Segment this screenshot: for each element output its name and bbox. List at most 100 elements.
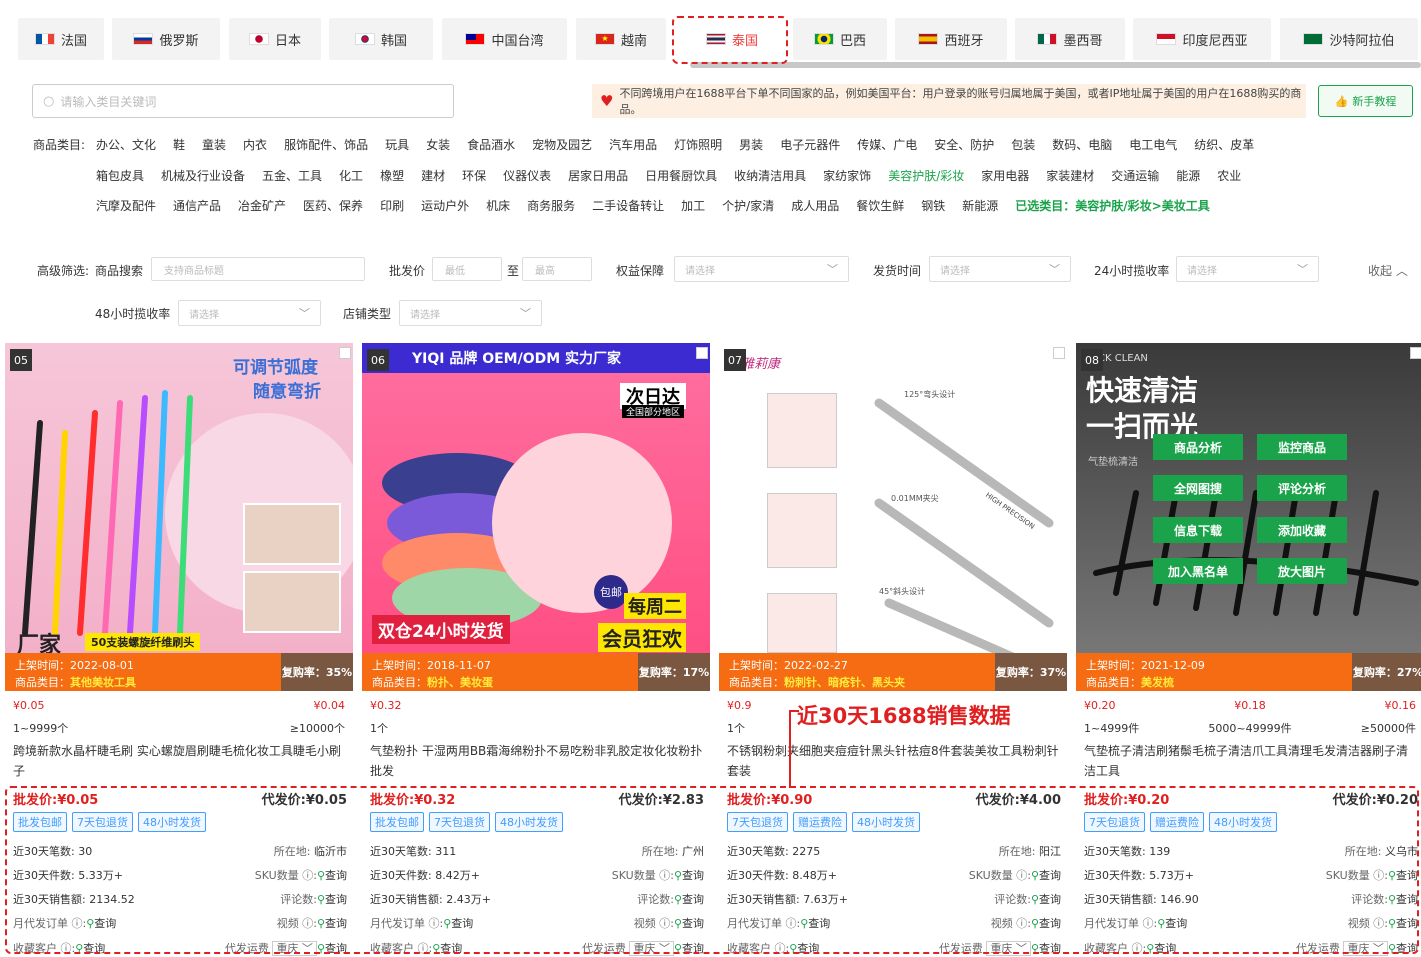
- category-item[interactable]: 餐饮生鲜: [856, 197, 904, 214]
- category-item[interactable]: 电子元器件: [780, 136, 840, 153]
- tab-taiwan[interactable]: 中国台湾: [442, 18, 567, 60]
- category-item[interactable]: 箱包皮具: [96, 167, 144, 184]
- category-item[interactable]: 机械及行业设备: [161, 167, 245, 184]
- query-link[interactable]: ⚲查询: [1031, 869, 1061, 882]
- category-item[interactable]: 个护/家清: [722, 197, 774, 214]
- category-item[interactable]: 运动户外: [421, 197, 469, 214]
- freight-select[interactable]: 重庆 ﹀: [986, 941, 1031, 956]
- category-item[interactable]: 数码、电脑: [1052, 136, 1112, 153]
- category-item[interactable]: 二手设备转让: [592, 197, 664, 214]
- add-blacklist-button[interactable]: 加入黑名单: [1153, 558, 1243, 584]
- category-item[interactable]: 收纳清洁用具: [734, 167, 806, 184]
- query-link[interactable]: ⚲查询: [674, 893, 704, 906]
- product-search-input[interactable]: 支持商品标题: [151, 257, 365, 281]
- product-title[interactable]: 跨境新款水晶杆睫毛刷 实心螺旋眉刷睫毛梳化妆工具睫毛小刷子: [13, 741, 347, 781]
- category-item[interactable]: 宠物及园艺: [532, 136, 592, 153]
- product-card[interactable]: YIQI 品牌 OEM/ODM 实力厂家 次日达 全国部分地区 双仓24小时发货…: [362, 343, 710, 957]
- category-item[interactable]: 玩具: [385, 136, 409, 153]
- category-item[interactable]: 农业: [1217, 167, 1241, 184]
- category-item[interactable]: 汽车用品: [609, 136, 657, 153]
- freight-select[interactable]: 重庆 ﹀: [272, 941, 317, 956]
- query-link[interactable]: ⚲查询: [75, 942, 105, 955]
- enlarge-image-button[interactable]: 放大图片: [1257, 558, 1347, 584]
- category-item[interactable]: 交通运输: [1111, 167, 1159, 184]
- query-link[interactable]: ⚲查询: [432, 942, 462, 955]
- tab-japan[interactable]: 日本: [229, 18, 321, 60]
- category-item[interactable]: 服饰配件、饰品: [284, 136, 368, 153]
- query-link[interactable]: ⚲查询: [1388, 917, 1418, 930]
- rate48-select[interactable]: 请选择 ﹀: [178, 300, 321, 326]
- product-card[interactable]: CK CLEAN 快速清洁 一扫而光 气垫梳清洁 商品分析 监控商品 全网图搜 …: [1076, 343, 1421, 957]
- category-item[interactable]: 医药、保养: [303, 197, 363, 214]
- tab-brazil[interactable]: 巴西: [793, 18, 887, 60]
- category-item[interactable]: 鞋: [173, 136, 185, 153]
- select-checkbox[interactable]: [339, 347, 351, 359]
- min-price-input[interactable]: 最低: [432, 257, 502, 281]
- tab-france[interactable]: 法国: [18, 18, 104, 60]
- query-link[interactable]: ⚲查询: [443, 917, 473, 930]
- category-item[interactable]: 商务服务: [527, 197, 575, 214]
- query-link[interactable]: ⚲查询: [1388, 869, 1418, 882]
- shop-type-select[interactable]: 请选择 ﹀: [399, 300, 542, 326]
- category-item[interactable]: 日用餐厨饮具: [645, 167, 717, 184]
- tab-mexico[interactable]: 墨西哥: [1015, 18, 1125, 60]
- category-item[interactable]: 冶金矿产: [238, 197, 286, 214]
- tab-korea[interactable]: 韩国: [329, 18, 433, 60]
- add-favorite-button[interactable]: 添加收藏: [1257, 517, 1347, 543]
- query-link[interactable]: ⚲查询: [1031, 942, 1061, 955]
- tutorial-button[interactable]: 👍 新手教程: [1318, 85, 1413, 117]
- product-image[interactable]: YIQI 品牌 OEM/ODM 实力厂家 次日达 全国部分地区 双仓24小时发货…: [362, 343, 710, 653]
- rate24-select[interactable]: 请选择 ﹀: [1176, 256, 1319, 282]
- category-item[interactable]: 仪器仪表: [503, 167, 551, 184]
- category-item[interactable]: 传媒、广电: [857, 136, 917, 153]
- query-link[interactable]: ⚲查询: [317, 869, 347, 882]
- category-item[interactable]: 成人用品: [791, 197, 839, 214]
- query-link[interactable]: ⚲查询: [1388, 942, 1418, 955]
- category-item[interactable]: 建材: [421, 167, 445, 184]
- review-analysis-button[interactable]: 评论分析: [1257, 475, 1347, 501]
- max-price-input[interactable]: 最高: [522, 257, 592, 281]
- query-link[interactable]: ⚲查询: [317, 917, 347, 930]
- query-link[interactable]: ⚲查询: [86, 917, 116, 930]
- category-item[interactable]: 印刷: [380, 197, 404, 214]
- query-link[interactable]: ⚲查询: [1031, 893, 1061, 906]
- tab-thailand[interactable]: 泰国: [680, 18, 784, 60]
- select-checkbox[interactable]: [696, 347, 708, 359]
- category-item[interactable]: 办公、文化: [96, 136, 156, 153]
- product-card[interactable]: 可调节弧度 随意弯折 厂家 50支装螺旋纤维刷头 用刷 05上架时间：2022-…: [5, 343, 353, 957]
- select-checkbox[interactable]: [1410, 347, 1421, 359]
- category-item[interactable]: 包装: [1011, 136, 1035, 153]
- tab-indonesia[interactable]: 印度尼西亚: [1133, 18, 1271, 60]
- query-link[interactable]: ⚲查询: [1157, 917, 1187, 930]
- category-item[interactable]: 环保: [462, 167, 486, 184]
- category-item[interactable]: 男装: [739, 136, 763, 153]
- category-item[interactable]: 钢铁: [921, 197, 945, 214]
- guarantee-select[interactable]: 请选择 ﹀: [674, 256, 849, 282]
- query-link[interactable]: ⚲查询: [1388, 893, 1418, 906]
- category-item[interactable]: 能源: [1176, 167, 1200, 184]
- freight-select[interactable]: 重庆 ﹀: [629, 941, 674, 956]
- category-item[interactable]: 食品酒水: [467, 136, 515, 153]
- category-item[interactable]: 内衣: [243, 136, 267, 153]
- product-title[interactable]: 气垫梳子清洁刷猪鬃毛梳子清洁爪工具清理毛发清洁器刷子清洁工具: [1084, 741, 1418, 781]
- tab-russia[interactable]: 俄罗斯: [112, 18, 220, 60]
- category-item[interactable]: 汽摩及配件: [96, 197, 156, 214]
- category-item[interactable]: 电工电气: [1129, 136, 1177, 153]
- category-item[interactable]: 灯饰照明: [674, 136, 722, 153]
- query-link[interactable]: ⚲查询: [317, 942, 347, 955]
- tab-vietnam[interactable]: ★ 越南: [576, 18, 666, 60]
- category-item[interactable]: 家用电器: [981, 167, 1029, 184]
- query-link[interactable]: ⚲查询: [317, 893, 347, 906]
- category-item[interactable]: 机床: [486, 197, 510, 214]
- product-card[interactable]: 雅莉康 125°弯头设计 0.01MM夹尖 45°斜头设计 HIGH PRECI…: [719, 343, 1067, 957]
- tab-saudi-arabia[interactable]: 沙特阿拉伯: [1280, 18, 1418, 60]
- category-item[interactable]: 女装: [426, 136, 450, 153]
- category-item[interactable]: 安全、防护: [934, 136, 994, 153]
- category-item[interactable]: 通信产品: [173, 197, 221, 214]
- category-item[interactable]: 家装建材: [1046, 167, 1094, 184]
- category-search-input[interactable]: ○ 请输入类目关键词: [32, 84, 454, 118]
- product-image[interactable]: 雅莉康 125°弯头设计 0.01MM夹尖 45°斜头设计 HIGH PRECI…: [719, 343, 1067, 653]
- product-analysis-button[interactable]: 商品分析: [1153, 434, 1243, 460]
- query-link[interactable]: ⚲查询: [789, 942, 819, 955]
- query-link[interactable]: ⚲查询: [674, 869, 704, 882]
